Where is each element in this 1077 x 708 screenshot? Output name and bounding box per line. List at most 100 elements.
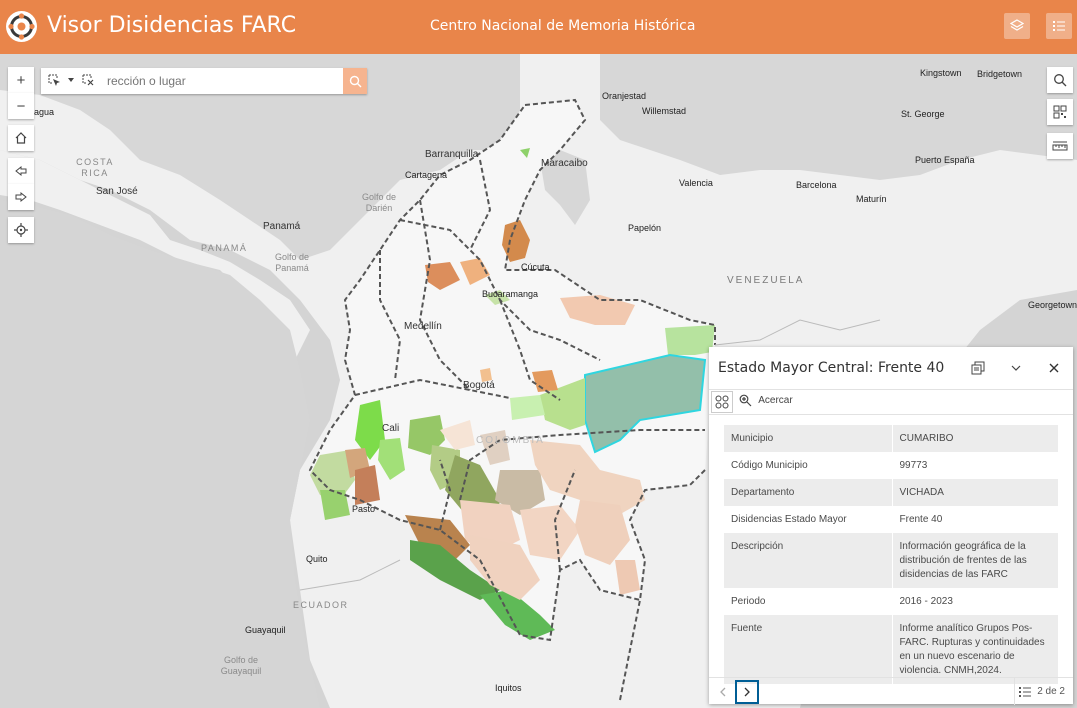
zoom-to-label: Acercar (758, 395, 793, 407)
label-golfo-darien: Golfo de Darién (361, 192, 397, 213)
label-panama: Panamá (263, 221, 301, 232)
clear-selection-icon[interactable] (81, 73, 95, 87)
label-guayaquil: Guayaquil (245, 625, 286, 635)
dock-button[interactable] (968, 358, 988, 378)
forward-extent-button[interactable] (8, 184, 34, 210)
feature-popup: Estado Mayor Central: Frente 40 Acercar … (709, 347, 1073, 705)
popup-title: Estado Mayor Central: Frente 40 (718, 360, 945, 376)
logo-icon (6, 11, 37, 42)
measure-icon (1052, 141, 1068, 151)
attr-key: Código Municipio (724, 452, 893, 479)
label-bridgetown: Bridgetown (977, 69, 1023, 79)
zoom-to-button[interactable]: Acercar (739, 394, 793, 407)
home-button[interactable] (8, 125, 34, 151)
label-costa-rica: COSTA RICA (76, 157, 114, 178)
select-features-button[interactable] (711, 391, 733, 413)
label-oranjestad: Oranjestad (602, 91, 647, 101)
zoom-to-icon (739, 394, 752, 407)
locate-button[interactable] (8, 217, 34, 243)
next-feature-button[interactable] (735, 680, 759, 704)
feature-pager[interactable]: 2 de 2 (1014, 678, 1073, 705)
label-st-george: St. George (901, 109, 945, 119)
search-icon (1054, 74, 1067, 87)
zoom-in-button[interactable]: + (8, 67, 34, 93)
label-barranquilla: Barranquilla (425, 149, 479, 160)
chevron-down-icon[interactable] (67, 76, 75, 84)
attr-value: Frente 40 (899, 514, 943, 525)
home-icon (15, 132, 27, 144)
table-row: Departamento VICHADA (724, 479, 1058, 506)
chevron-right-icon (744, 687, 750, 697)
label-ecuador: ECUADOR (293, 600, 349, 610)
attr-value: 99773 (899, 460, 928, 471)
dock-icon (971, 361, 985, 375)
table-row: Fuente Informe analítico Grupos Pos-FARC.… (724, 615, 1058, 684)
search-submit-button[interactable] (343, 68, 367, 94)
label-venezuela: VENEZUELA (727, 275, 805, 286)
label-golfo-guayaquil: Golfo de Guayaquil (220, 655, 262, 676)
attr-key: Fuente (724, 615, 893, 684)
qr-code-icon (1053, 105, 1067, 119)
collapse-button[interactable] (1006, 358, 1026, 378)
popup-actions: Acercar (709, 389, 1073, 415)
label-panama-region: PANAMÁ (201, 243, 248, 253)
search-map-button[interactable] (1047, 67, 1073, 93)
label-barcelona: Barcelona (796, 180, 837, 190)
label-colombia: COLOMBIA (476, 435, 545, 446)
list-icon (1019, 686, 1032, 697)
table-row: Periodo 2016 - 2023 (724, 588, 1058, 615)
attr-key: Periodo (724, 588, 893, 615)
app-subtitle: Centro Nacional de Memoria Histórica (430, 18, 696, 34)
label-willemstad: Willemstad (642, 106, 687, 116)
label-quito: Quito (306, 554, 328, 564)
label-maturin: Maturín (856, 194, 887, 204)
legend-button[interactable] (1046, 13, 1072, 39)
attr-key: Disidencias Estado Mayor (724, 506, 893, 533)
label-bucaramanga: Bucaramanga (482, 289, 539, 299)
previous-feature-button[interactable] (712, 681, 734, 703)
table-row: Código Municipio 99773 (724, 452, 1058, 479)
back-extent-button[interactable] (8, 158, 34, 184)
zoom-out-button[interactable]: − (8, 93, 34, 119)
label-san-jose: San José (96, 186, 138, 197)
label-pasto: Pasto (352, 504, 376, 514)
label-bogota: Bogotá (463, 380, 495, 391)
app-title: Visor Disidencias FARC (47, 13, 297, 38)
locate-icon (14, 223, 28, 237)
qr-code-button[interactable] (1047, 99, 1073, 125)
select-features-icon (715, 395, 729, 409)
label-georgetown: Georgetown (1028, 300, 1077, 310)
label-golfo-panama: Golfo de Panamá (274, 252, 310, 273)
search-input[interactable] (107, 71, 339, 91)
attr-value: Informe analítico Grupos Pos-FARC. Ruptu… (892, 615, 1058, 684)
attribute-table: Municipio CUMARIBO Código Municipio 99773 … (724, 425, 1058, 684)
zoom-out-icon: − (16, 97, 26, 115)
label-cucuta: Cúcuta (521, 262, 550, 272)
label-kingstown: Kingstown (920, 68, 962, 78)
close-icon (1049, 363, 1059, 373)
pager-label: 2 de 2 (1037, 686, 1065, 697)
label-cali: Cali (382, 423, 400, 434)
label-valencia: Valencia (679, 178, 713, 188)
select-tool-icon[interactable] (47, 73, 61, 87)
close-button[interactable] (1044, 358, 1064, 378)
zoom-in-icon: + (16, 71, 26, 89)
table-row: Descripción Información geográfica de la … (724, 533, 1058, 588)
chevron-left-icon (720, 687, 726, 697)
popup-footer: 2 de 2 (709, 677, 1073, 705)
attr-value: CUMARIBO (892, 425, 1058, 452)
table-row: Municipio CUMARIBO (724, 425, 1058, 452)
attr-value: Información geográfica de la distribució… (892, 533, 1058, 588)
label-maracaibo: Maracaibo (541, 158, 588, 169)
label-cartagena: Cartagena (405, 170, 448, 180)
attr-value: VICHADA (892, 479, 1058, 506)
label-medellin: Medellín (404, 321, 442, 332)
back-arrow-icon (15, 165, 27, 177)
measure-button[interactable] (1047, 133, 1073, 159)
legend-list-icon (1053, 21, 1065, 31)
table-row: Disidencias Estado Mayor Frente 40 (724, 506, 1058, 533)
collapse-icon (1011, 365, 1021, 371)
layers-button[interactable] (1004, 13, 1030, 39)
forward-arrow-icon (15, 191, 27, 203)
search-widget (41, 68, 367, 94)
